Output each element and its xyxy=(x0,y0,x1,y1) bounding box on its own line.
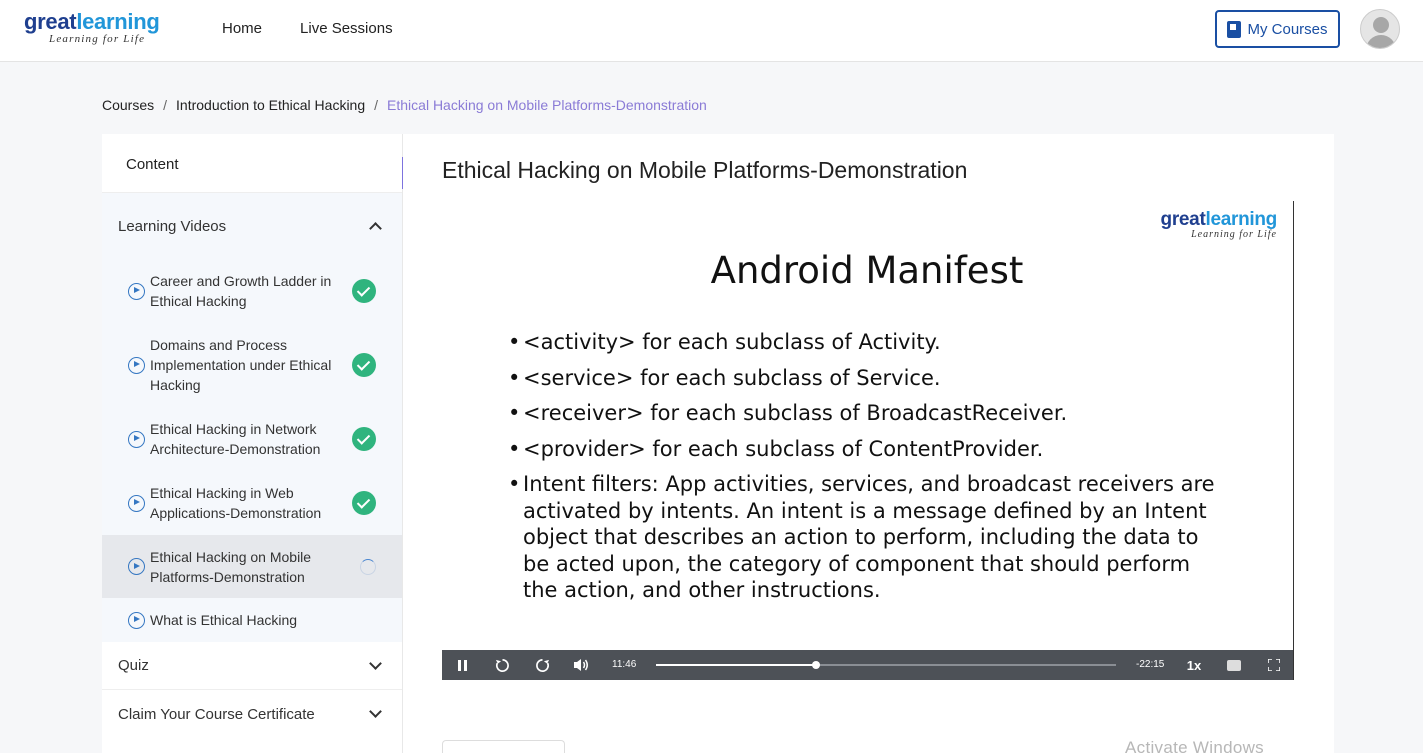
video-item[interactable]: Domains and Process Implementation under… xyxy=(102,323,402,407)
play-circle-icon xyxy=(128,611,145,629)
seek-bar-fill xyxy=(656,664,816,666)
my-courses-label: My Courses xyxy=(1247,20,1328,38)
book-icon xyxy=(1227,20,1242,38)
nav-live-sessions-link[interactable]: Live Sessions xyxy=(300,20,393,37)
section-learning-videos[interactable]: Learning Videos xyxy=(102,193,402,259)
logo-tagline: Learning for Life xyxy=(49,33,146,45)
play-circle-icon xyxy=(128,494,145,512)
top-navbar: greatlearning Learning for Life Home Liv… xyxy=(0,0,1423,62)
section-quiz[interactable]: Quiz xyxy=(102,642,402,690)
windows-activation-watermark: Activate Windows xyxy=(1125,738,1264,753)
progress-spinner-icon xyxy=(360,559,376,575)
slide-bullet: <receiver> for each subclass of Broadcas… xyxy=(508,400,1228,427)
slide-bullet: Intent filters: App activities, services… xyxy=(508,471,1228,604)
video-item-title: Ethical Hacking in Web Applications-Demo… xyxy=(150,485,322,521)
breadcrumb-separator: / xyxy=(163,97,168,113)
breadcrumb-course-link[interactable]: Introduction to Ethical Hacking xyxy=(176,97,365,113)
video-title: Ethical Hacking on Mobile Platforms-Demo… xyxy=(442,157,968,183)
elapsed-time: 11:46 xyxy=(612,659,637,670)
forward-button[interactable] xyxy=(534,650,550,680)
video-item-title: Ethical Hacking in Network Architecture-… xyxy=(150,421,321,457)
video-item-active[interactable]: Ethical Hacking on Mobile Platforms-Demo… xyxy=(102,535,402,598)
video-item-title: Domains and Process Implementation under… xyxy=(150,337,332,393)
hd-icon xyxy=(1227,659,1241,671)
section-certificate[interactable]: Claim Your Course Certificate xyxy=(102,690,402,738)
rewind-icon xyxy=(495,658,509,672)
video-item[interactable]: Career and Growth Ladder in Ethical Hack… xyxy=(102,259,402,323)
slide-bullets: <activity> for each subclass of Activity… xyxy=(508,329,1228,613)
play-circle-icon xyxy=(128,282,145,300)
play-circle-icon xyxy=(128,430,145,448)
play-circle-icon xyxy=(128,558,145,575)
rewind-button[interactable] xyxy=(494,650,510,680)
breadcrumb-courses-link[interactable]: Courses xyxy=(102,97,154,113)
fullscreen-icon xyxy=(1268,659,1280,671)
breadcrumb-current: Ethical Hacking on Mobile Platforms-Demo… xyxy=(387,97,707,113)
slide-bullet: <provider> for each subclass of ContentP… xyxy=(508,436,1228,463)
playback-speed-button[interactable]: 1x xyxy=(1186,650,1202,680)
check-circle-icon xyxy=(352,353,376,377)
chevron-up-icon xyxy=(369,222,382,235)
section-label: Claim Your Course Certificate xyxy=(118,705,315,723)
video-item[interactable]: Ethical Hacking in Network Architecture-… xyxy=(102,407,402,471)
section-label: Learning Videos xyxy=(118,217,227,235)
slide-title: Android Manifest xyxy=(710,249,1024,292)
forward-icon xyxy=(535,658,549,672)
seek-bar-handle[interactable] xyxy=(811,661,820,669)
quality-button[interactable] xyxy=(1227,650,1241,680)
player-control-bar: 11:46 -22:15 1x xyxy=(442,650,1293,680)
pause-button[interactable] xyxy=(456,650,468,680)
video-item[interactable]: What is Ethical Hacking xyxy=(102,598,402,642)
sidebar-heading: Content xyxy=(102,134,402,193)
course-content-sidebar: Content Learning Videos Career and Growt… xyxy=(102,134,403,753)
logo-wordmark: greatlearning xyxy=(24,9,160,34)
seek-bar[interactable] xyxy=(656,661,1116,669)
volume-icon xyxy=(574,659,588,671)
main-nav: Home Live Sessions xyxy=(222,20,393,37)
slide-bullet: <service> for each subclass of Service. xyxy=(508,365,1228,392)
my-courses-button[interactable]: My Courses xyxy=(1215,10,1340,48)
check-circle-icon xyxy=(352,279,376,303)
fullscreen-button[interactable] xyxy=(1267,650,1281,680)
play-circle-icon xyxy=(128,356,145,374)
video-player[interactable]: greatlearning Learning for Life Android … xyxy=(442,201,1294,680)
video-item-title: Ethical Hacking on Mobile Platforms-Demo… xyxy=(150,548,312,585)
check-circle-icon xyxy=(352,491,376,515)
slide-bullet: <activity> for each subclass of Activity… xyxy=(508,329,1228,356)
volume-button[interactable] xyxy=(573,650,589,680)
tab-stub[interactable] xyxy=(442,740,565,753)
video-item-title: What is Ethical Hacking xyxy=(150,612,298,628)
breadcrumb: Courses / Introduction to Ethical Hackin… xyxy=(102,97,707,113)
nav-home-link[interactable]: Home xyxy=(222,20,262,37)
chevron-down-icon xyxy=(369,705,382,718)
chevron-down-icon xyxy=(369,656,382,670)
breadcrumb-separator: / xyxy=(374,97,379,113)
video-item[interactable]: Ethical Hacking in Web Applications-Demo… xyxy=(102,471,402,535)
main-content: Ethical Hacking on Mobile Platforms-Demo… xyxy=(403,134,1334,753)
slide-logo: greatlearning Learning for Life xyxy=(1160,209,1278,240)
video-item-title: Career and Growth Ladder in Ethical Hack… xyxy=(150,273,332,309)
remaining-time: -22:15 xyxy=(1136,659,1165,670)
user-avatar[interactable] xyxy=(1360,9,1400,49)
greatlearning-logo[interactable]: greatlearning Learning for Life xyxy=(24,9,160,46)
section-label: Quiz xyxy=(118,657,149,674)
check-circle-icon xyxy=(352,427,376,451)
